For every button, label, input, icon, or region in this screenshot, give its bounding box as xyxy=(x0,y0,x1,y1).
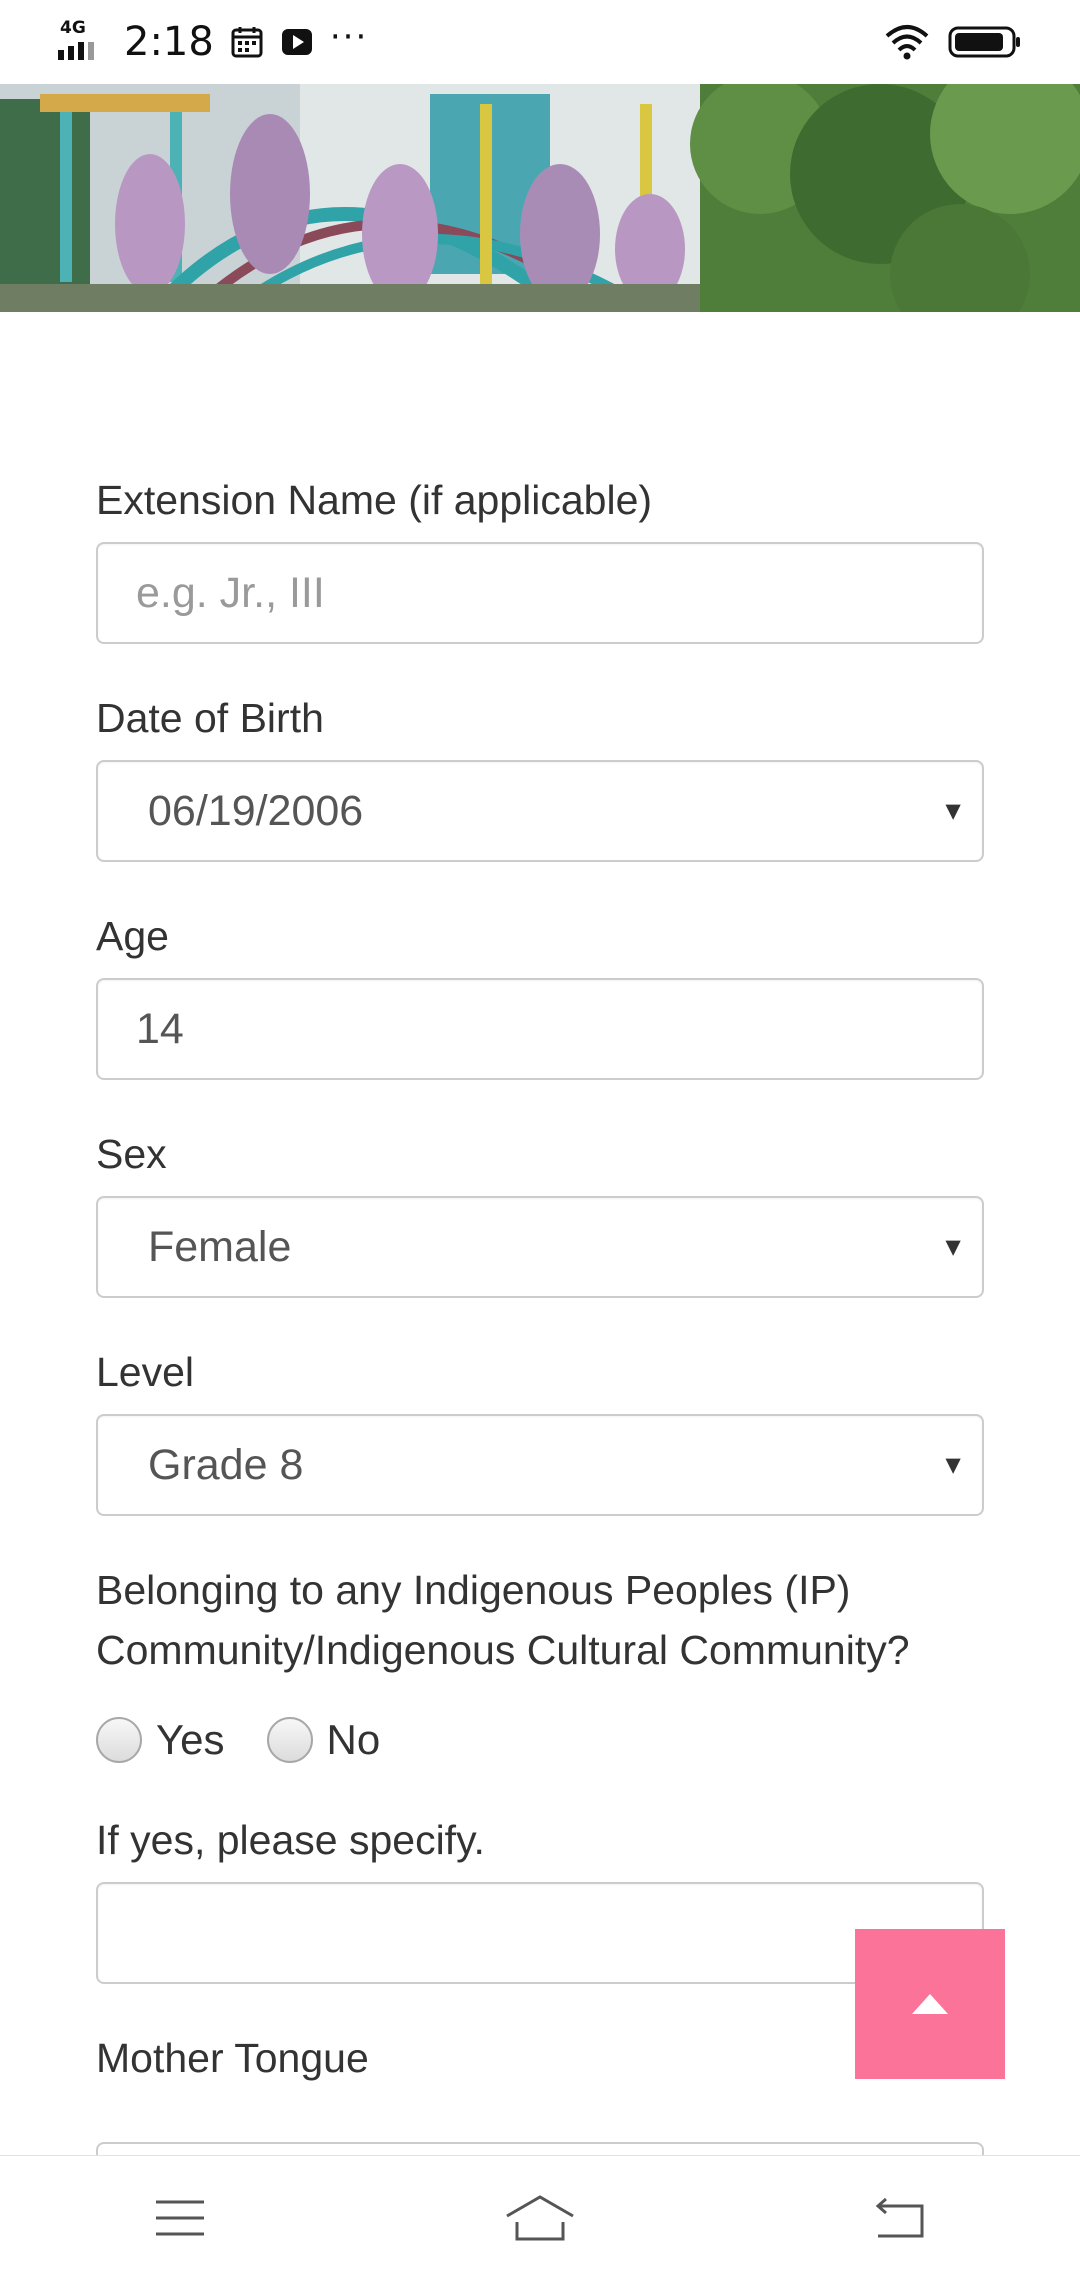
radio-yes[interactable]: Yes xyxy=(96,1716,225,1764)
radio-yes-circle[interactable] xyxy=(96,1717,142,1763)
radio-no-label[interactable]: No xyxy=(327,1716,381,1764)
system-nav-bar xyxy=(0,2155,1080,2280)
age-input[interactable]: 14 xyxy=(96,978,984,1080)
menu-button[interactable] xyxy=(120,2178,240,2258)
wifi-icon xyxy=(885,25,929,60)
menu-icon xyxy=(156,2200,204,2236)
home-icon xyxy=(506,2195,574,2241)
ip-specify-label: If yes, please specify. xyxy=(96,1817,485,1863)
caret-down-icon: ▼ xyxy=(940,795,966,826)
ip-community-radio-group: Yes No xyxy=(96,1710,984,1770)
back-to-top-button[interactable] xyxy=(855,1929,1005,2079)
ip-community-question: Belonging to any Indigenous Peoples (IP)… xyxy=(96,1567,910,1673)
caret-down-icon: ▼ xyxy=(940,1449,966,1480)
date-of-birth-value: 06/19/2006 xyxy=(148,786,364,835)
enrollment-form: Extension Name (if applicable) e.g. Jr.,… xyxy=(96,470,984,2088)
back-icon xyxy=(875,2197,924,2238)
level-value: Grade 8 xyxy=(148,1440,304,1489)
network-type: 4G xyxy=(60,18,86,38)
extension-name-label: Extension Name (if applicable) xyxy=(96,477,653,523)
back-button[interactable] xyxy=(840,2178,960,2258)
sex-select[interactable]: Female ▼ xyxy=(96,1196,984,1298)
extension-name-input[interactable]: e.g. Jr., III xyxy=(96,542,984,644)
hero-banner-image xyxy=(0,84,1080,312)
date-of-birth-label: Date of Birth xyxy=(96,695,324,741)
radio-yes-label[interactable]: Yes xyxy=(156,1716,225,1764)
sex-label: Sex xyxy=(96,1131,167,1177)
home-button[interactable] xyxy=(480,2178,600,2258)
play-icon xyxy=(281,29,312,55)
radio-no[interactable]: No xyxy=(266,1716,381,1764)
battery-icon xyxy=(948,26,1020,58)
mother-tongue-label: Mother Tongue xyxy=(96,2035,369,2081)
signal-icon: 4G xyxy=(58,18,102,62)
playground-photo xyxy=(0,84,1080,312)
chevron-up-icon xyxy=(912,1994,948,2014)
status-bar: 4G 2:18 ··· xyxy=(0,0,1080,84)
more-dots-icon: ··· xyxy=(329,17,369,57)
date-of-birth-select[interactable]: 06/19/2006 ▼ xyxy=(96,760,984,862)
calendar-icon xyxy=(231,27,263,58)
ip-specify-input[interactable] xyxy=(96,1882,984,1984)
age-value: 14 xyxy=(136,1004,184,1053)
level-label: Level xyxy=(96,1349,195,1395)
caret-down-icon: ▼ xyxy=(940,1231,966,1262)
extension-name-placeholder: e.g. Jr., III xyxy=(136,568,325,617)
age-label: Age xyxy=(96,913,169,959)
level-select[interactable]: Grade 8 ▼ xyxy=(96,1414,984,1516)
clock-time: 2:18 xyxy=(124,19,214,65)
radio-no-circle[interactable] xyxy=(266,1717,313,1763)
sex-value: Female xyxy=(148,1222,292,1271)
